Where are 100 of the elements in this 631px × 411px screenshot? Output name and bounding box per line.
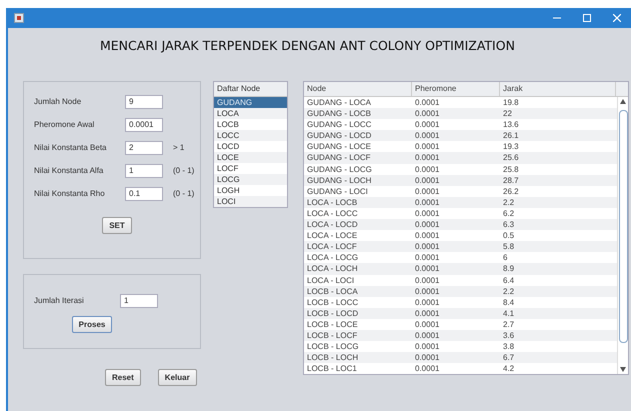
process-button[interactable]: Proses bbox=[72, 316, 112, 333]
app-icon bbox=[14, 13, 24, 23]
scroll-down-icon[interactable] bbox=[620, 367, 626, 372]
action-button[interactable]: Reset bbox=[105, 369, 141, 386]
table-cell-text: LOCA - LOCD bbox=[306, 219, 359, 230]
table-cell-text: LOCA - LOCG bbox=[306, 252, 360, 264]
table-cell-text: GUDANG - LOCG bbox=[306, 164, 373, 175]
table-cell-text: LOCB - LOCC bbox=[306, 296, 360, 308]
table-cell-text: 26.2 bbox=[502, 186, 520, 197]
table-cell-text: 5.8 bbox=[502, 241, 516, 252]
table-cell-text: LOCA - LOCB bbox=[306, 196, 358, 208]
list-item[interactable]: LOCE bbox=[214, 152, 287, 163]
table-cell-text: 0.0001 bbox=[414, 208, 440, 220]
table-cell-text: 26.1 bbox=[502, 130, 520, 142]
table-cell-text: 0.0001 bbox=[414, 352, 440, 364]
table-cell-text: 0.0001 bbox=[414, 263, 440, 274]
list-item[interactable]: LOCG bbox=[214, 174, 287, 185]
table-cell-text: LOCA - LOCI bbox=[306, 274, 356, 286]
input-field[interactable]: 2 bbox=[125, 140, 163, 154]
table-cell-text: LOCB - LOC1 bbox=[306, 363, 358, 374]
list-item[interactable]: LOCD bbox=[214, 141, 287, 152]
table-cell-text: 4.1 bbox=[502, 308, 516, 319]
table-cell-text: 0.0001 bbox=[414, 230, 440, 242]
set-button[interactable]: SET bbox=[102, 217, 132, 234]
input-field[interactable]: 0.0001 bbox=[125, 118, 163, 132]
table-cell-text: GUDANG - LOCF bbox=[306, 152, 372, 164]
field-label: Nilai Konstanta Alfa bbox=[34, 166, 104, 175]
list-item[interactable]: LOCI bbox=[214, 196, 287, 207]
table-cell-text: 0.0001 bbox=[414, 330, 440, 342]
column-header[interactable]: Jarak bbox=[500, 82, 616, 96]
table-cell-text: 6.2 bbox=[502, 208, 516, 220]
table-cell-text: 25.6 bbox=[502, 152, 520, 164]
list-item[interactable]: GUDANG bbox=[214, 97, 287, 108]
table-cell-text: 0.0001 bbox=[414, 108, 440, 120]
table-cell-text: GUDANG - LOCB bbox=[306, 108, 372, 120]
list-item[interactable]: LOCF bbox=[214, 163, 287, 174]
table-cell-text: 0.0001 bbox=[414, 318, 440, 330]
list-item[interactable]: LOGH bbox=[214, 185, 287, 196]
field-label: Pheromone Awal bbox=[34, 120, 96, 129]
table-cell-text: 19.8 bbox=[502, 97, 520, 108]
table-cell-text: 0.0001 bbox=[414, 141, 440, 152]
scroll-thumb[interactable] bbox=[618, 110, 628, 344]
table-cell-text: 6.4 bbox=[502, 274, 516, 286]
table-cell-text: GUDANG - LOCA bbox=[306, 97, 372, 108]
list-item[interactable]: LOCC bbox=[214, 130, 287, 141]
table-cell-text: LOCB - LOCF bbox=[306, 330, 358, 342]
table-cell-text: 6 bbox=[502, 252, 508, 264]
input-field[interactable]: 0.1 bbox=[125, 186, 163, 200]
field-label: Nilai Konstanta Rho bbox=[34, 189, 106, 198]
table-cell-text: 0.0001 bbox=[414, 241, 440, 252]
table-cell-text: 0.0001 bbox=[414, 152, 440, 164]
table-cell-text: 0.0001 bbox=[414, 130, 440, 142]
table-cell-text: 0.0001 bbox=[414, 164, 440, 175]
field-label: Jumlah Iterasi bbox=[34, 296, 85, 305]
table-cell-text: 25.8 bbox=[502, 164, 520, 175]
list-item[interactable]: LOCB bbox=[214, 119, 287, 130]
column-header[interactable]: Node bbox=[304, 82, 412, 96]
table-cell-text: 22 bbox=[502, 108, 513, 120]
table-cell-text: 0.0001 bbox=[414, 363, 440, 374]
scrollbar[interactable] bbox=[617, 97, 628, 374]
table-cell-text: LOCA - LOCC bbox=[306, 208, 359, 220]
table-cell-text: 0.5 bbox=[502, 230, 516, 242]
table-cell-text: 8.4 bbox=[502, 296, 516, 308]
table-cell-text: LOCB - LOCA bbox=[306, 286, 359, 297]
input-field[interactable]: 1 bbox=[125, 164, 163, 178]
close-icon[interactable] bbox=[613, 14, 621, 22]
column-header[interactable]: Pheromone bbox=[412, 82, 500, 96]
table-cell-text: 0.0001 bbox=[414, 252, 440, 264]
list-item[interactable]: LOCA bbox=[214, 108, 287, 119]
input-field[interactable]: 9 bbox=[125, 94, 163, 108]
table-cell-text: 2.2 bbox=[502, 196, 516, 208]
table-cell-text: 0.0001 bbox=[414, 274, 440, 286]
table-cell-text: 0.0001 bbox=[414, 97, 440, 108]
table-cell-text: LOCA - LOCH bbox=[306, 263, 359, 274]
table-cell-text: GUDANG - LOCE bbox=[306, 141, 372, 152]
table-cell-text: 2.2 bbox=[502, 286, 516, 297]
table-cell-text: 3.8 bbox=[502, 341, 516, 352]
range-hint: (0 - 1) bbox=[173, 189, 194, 198]
table-cell-text: 28.7 bbox=[502, 174, 520, 186]
table-cell-text: 4.2 bbox=[502, 363, 516, 374]
table-cell-text: 0.0001 bbox=[414, 296, 440, 308]
maximize-icon[interactable] bbox=[583, 14, 591, 22]
table-cell-text: LOCB - LOCH bbox=[306, 352, 360, 364]
scroll-up-icon[interactable] bbox=[620, 99, 626, 104]
table-cell-text: GUDANG - LOCD bbox=[306, 130, 372, 142]
table-cell-text: 0.0001 bbox=[414, 186, 440, 197]
table-cell-text: LOCA - LOCE bbox=[306, 230, 358, 242]
list-header: Daftar Node bbox=[214, 82, 287, 97]
table-cell-text: 6.3 bbox=[502, 219, 516, 230]
table-cell-text: 2.7 bbox=[502, 318, 516, 330]
action-button[interactable]: Keluar bbox=[158, 369, 197, 386]
table-cell-text: LOCB - LOCD bbox=[306, 308, 360, 319]
input-field[interactable]: 1 bbox=[120, 294, 158, 308]
table-cell-text: 0.0001 bbox=[414, 308, 440, 319]
table-cell-text: LOCB - LOCE bbox=[306, 318, 359, 330]
table-cell-text: GUDANG - LOCI bbox=[306, 186, 369, 197]
table-cell-text: 8.9 bbox=[502, 263, 516, 274]
table-cell-text: 0.0001 bbox=[414, 174, 440, 186]
table-cell-text: GUDANG - LOCC bbox=[306, 119, 372, 130]
table-cell-text: 3.6 bbox=[502, 330, 516, 342]
